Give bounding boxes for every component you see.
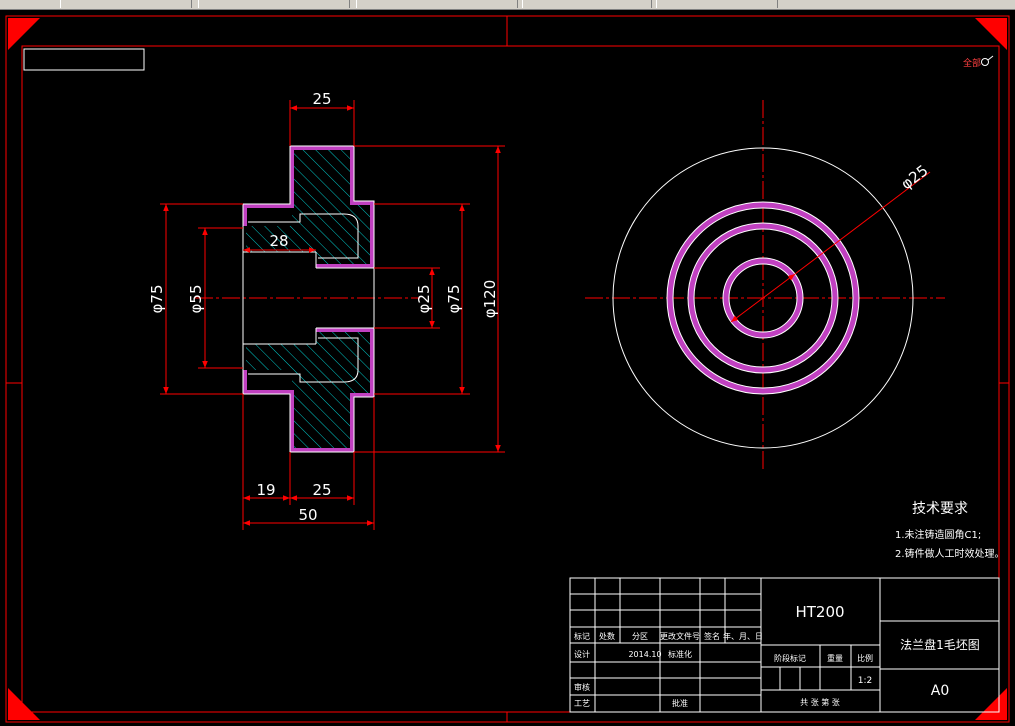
header-mark: 标记	[574, 631, 590, 641]
title-block-text: HT200 法兰盘1毛坯图 A0 阶段标记 重量 比例 1:2 共 张 第 张 …	[574, 603, 980, 708]
tech-requirements: 技术要求 1.未注铸造圆角C1; 2.铸件做人工时效处理。	[895, 501, 1005, 560]
roughness-label: 全部	[963, 57, 981, 69]
stage-mark-label: 阶段标记	[774, 653, 806, 663]
tech-item-2: 2.铸件做人工时效处理。	[895, 547, 1005, 560]
header-change-doc: 更改文件号	[660, 631, 700, 641]
scale-label: 比例	[857, 653, 873, 663]
cad-drawing-canvas[interactable]: 全部 25 28 19 25 50 φ75 φ55 φ25 φ75 φ120 φ…	[0, 0, 1015, 726]
dim-phi25-circle: φ25	[898, 161, 932, 193]
dim-phi75-left: φ75	[148, 285, 166, 314]
dim-phi75-right: φ75	[445, 285, 463, 314]
weight-label: 重量	[827, 653, 843, 663]
design-label: 设计	[574, 649, 590, 659]
header-count: 处数	[599, 631, 615, 641]
dim-phi120: φ120	[481, 280, 499, 319]
approve-label: 批准	[672, 698, 688, 708]
dim-25-top: 25	[312, 90, 331, 108]
standardize-label: 标准化	[668, 649, 692, 659]
review-label: 审核	[574, 682, 590, 692]
header-zone: 分区	[632, 632, 648, 641]
end-view[interactable]: φ25	[585, 100, 945, 470]
dim-50: 50	[298, 506, 317, 524]
material-text: HT200	[795, 603, 844, 621]
dim-19: 19	[256, 481, 275, 499]
sheet-size: A0	[931, 683, 949, 699]
scale-value: 1:2	[858, 676, 872, 686]
process-label: 工艺	[574, 699, 590, 708]
roughness-symbol: 全部	[963, 55, 994, 69]
header-signature: 签名	[704, 631, 720, 641]
sheet-frame	[5, 15, 1010, 723]
header-date: 年、月、日	[723, 631, 763, 641]
design-date: 2014.10	[628, 650, 661, 659]
dim-phi55: φ55	[187, 285, 205, 314]
dim-25-bottom: 25	[312, 481, 331, 499]
tech-title: 技术要求	[912, 501, 968, 517]
drawing-name: 法兰盘1毛坯图	[900, 637, 980, 652]
section-view[interactable]: 25 28 19 25 50 φ75 φ55 φ25 φ75 φ120	[148, 90, 505, 530]
sheets-label: 共 张 第 张	[800, 697, 840, 707]
dim-phi25-mid: φ25	[415, 285, 433, 314]
tech-item-1: 1.未注铸造圆角C1;	[895, 528, 981, 541]
dim-28: 28	[269, 232, 288, 250]
